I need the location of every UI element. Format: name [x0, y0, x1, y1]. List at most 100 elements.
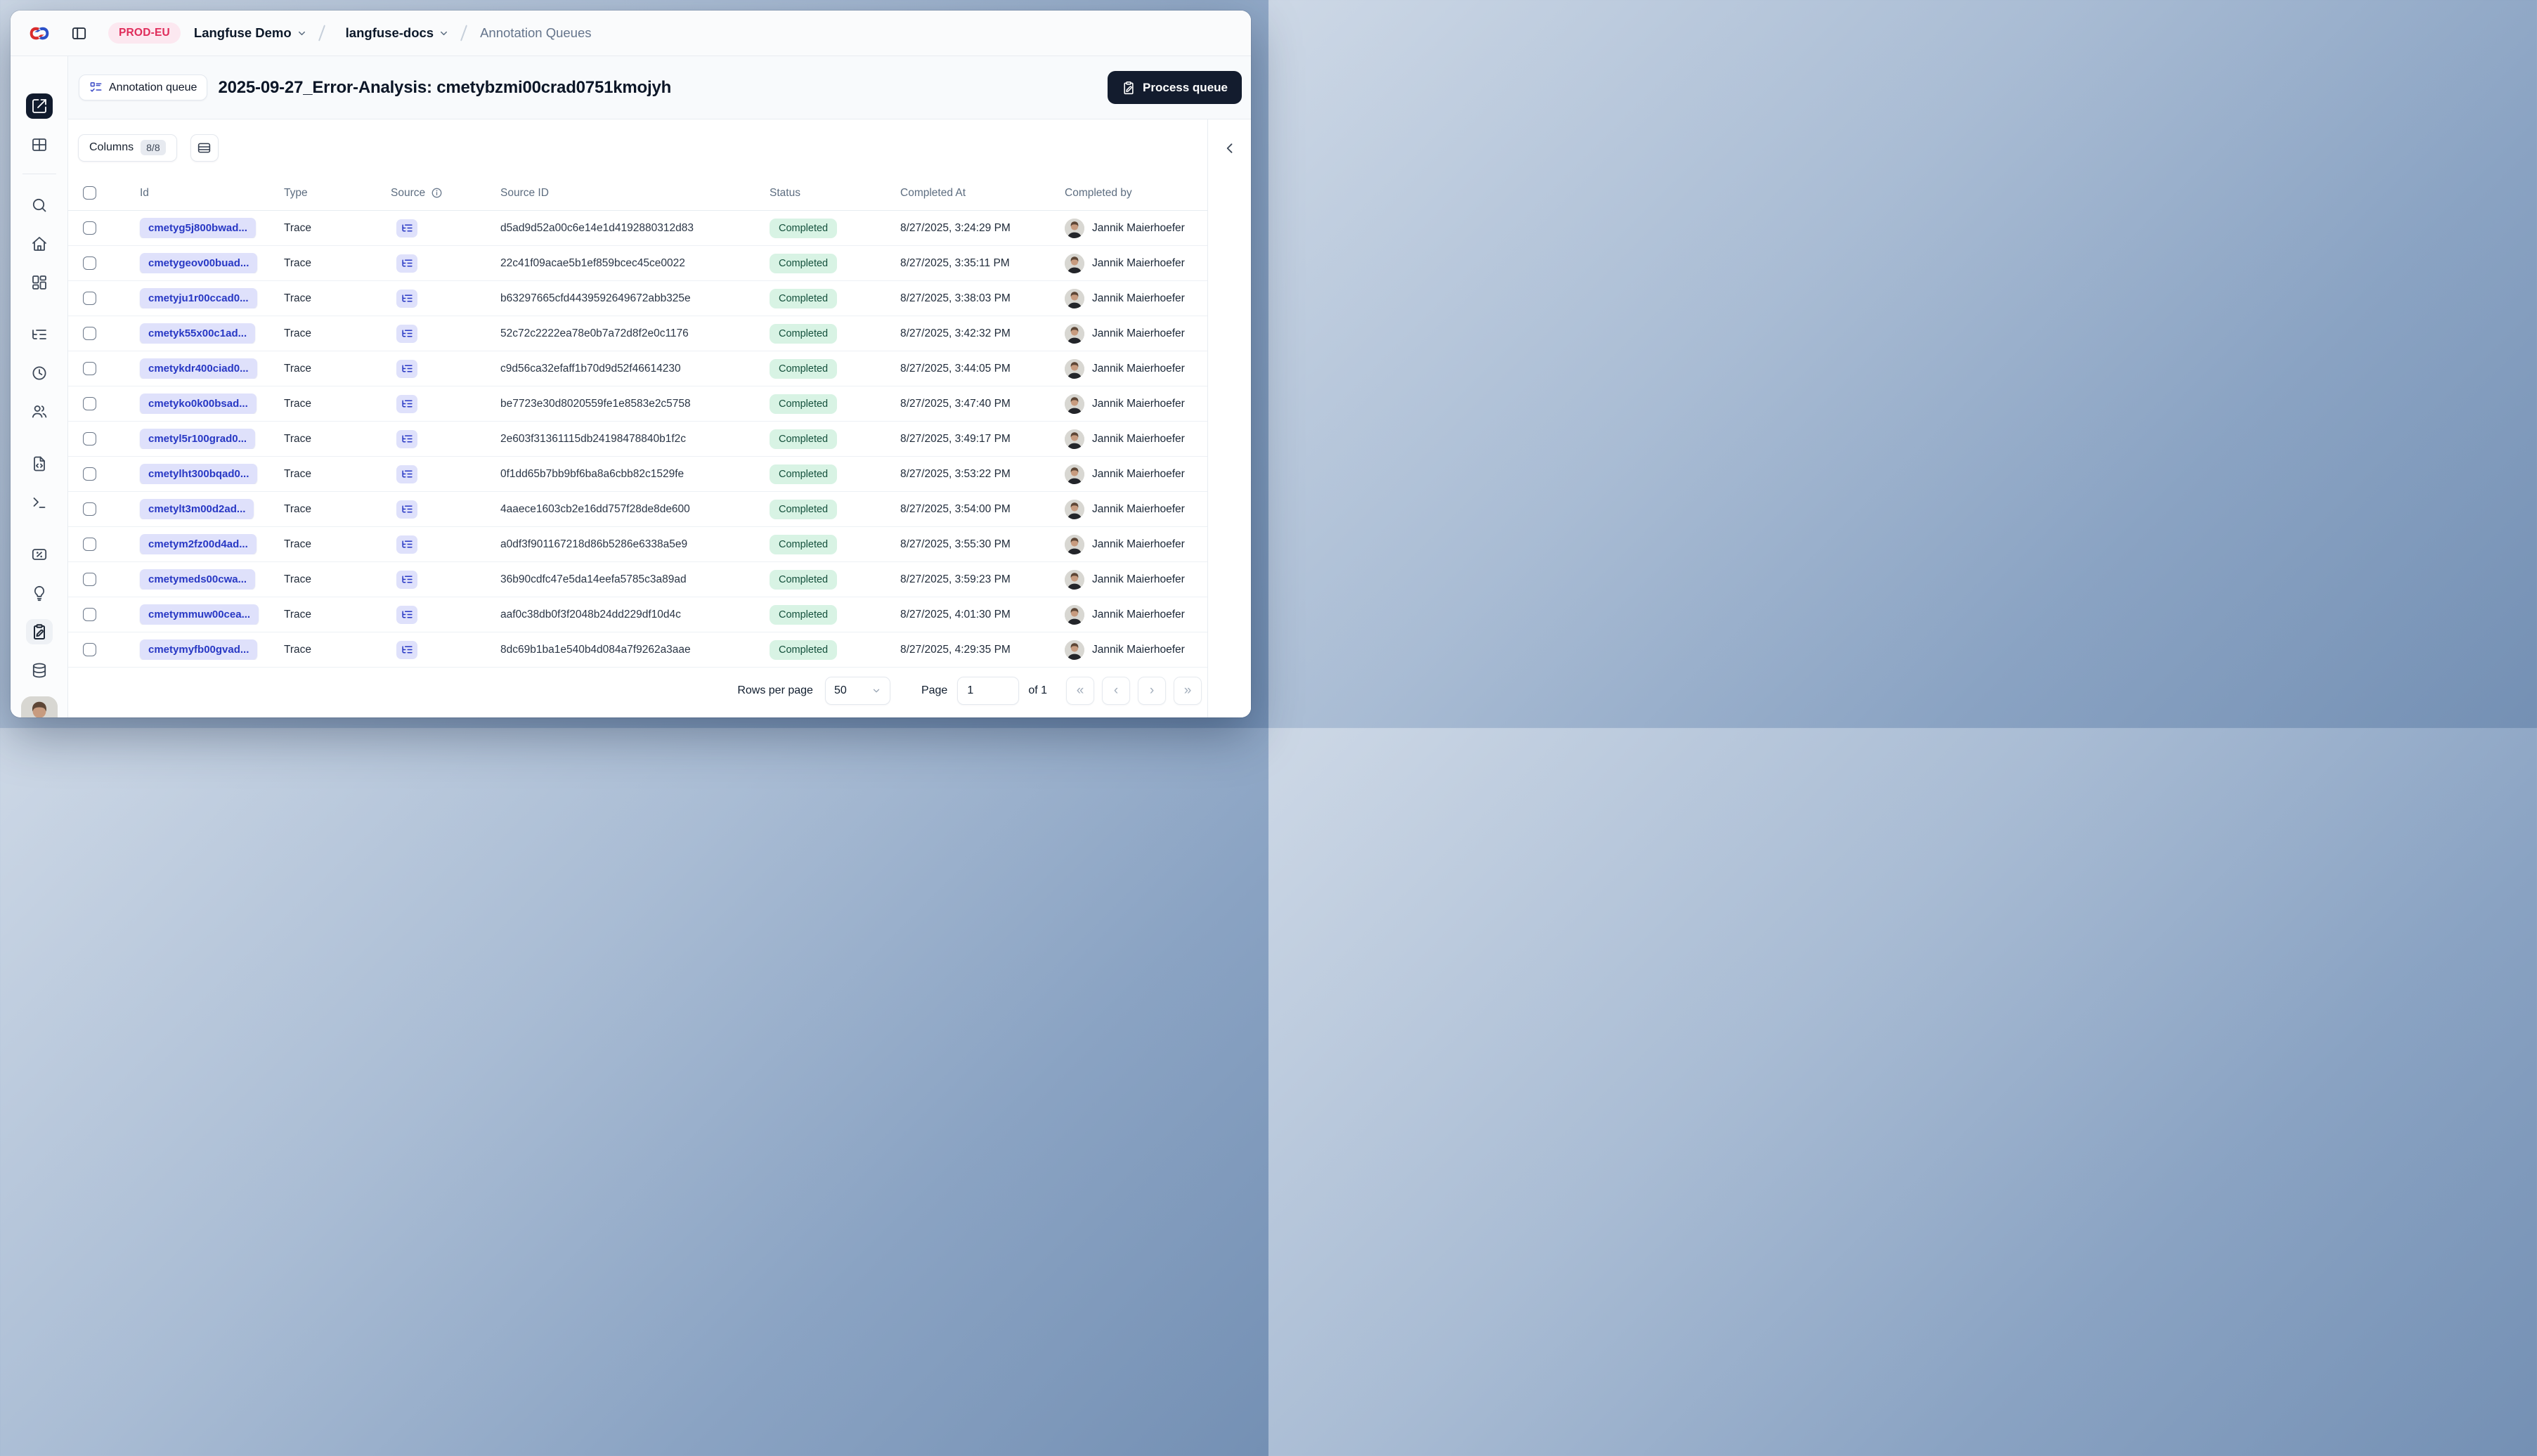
- sidebar-toggle-button[interactable]: [68, 22, 90, 44]
- project-switcher[interactable]: langfuse-docs: [346, 25, 449, 41]
- row-height-button[interactable]: [190, 134, 219, 162]
- table-row[interactable]: cmetyko0k00bsad... Trace be7723e30d80205…: [68, 386, 1207, 422]
- row-checkbox[interactable]: [83, 573, 96, 586]
- type-cell: Trace: [284, 538, 312, 550]
- rows-per-page-value: 50: [833, 684, 847, 696]
- row-checkbox[interactable]: [83, 221, 96, 235]
- row-checkbox[interactable]: [83, 292, 96, 305]
- source-trace-button[interactable]: [396, 570, 417, 589]
- row-checkbox[interactable]: [83, 327, 96, 340]
- row-checkbox[interactable]: [83, 467, 96, 481]
- source-trace-button[interactable]: [396, 289, 417, 308]
- clipboard-pen-icon: [1124, 81, 1134, 94]
- source-id-cell: 8dc69b1ba1e540b4d084a7f9262a3aae: [500, 643, 691, 656]
- source-trace-button[interactable]: [396, 219, 417, 238]
- sidebar-item-home[interactable]: [26, 231, 53, 256]
- sidebar-item-insights[interactable]: [26, 580, 53, 606]
- sidebar-item-open-external[interactable]: [25, 93, 53, 119]
- item-id-badge[interactable]: cmetylt3m00d2ad...: [140, 499, 254, 519]
- row-checkbox[interactable]: [83, 256, 96, 270]
- sidebar-item-datasets[interactable]: [26, 658, 53, 683]
- source-id-cell: aaf0c38db0f3f2048b24dd229df10d4c: [500, 608, 681, 620]
- item-id-badge[interactable]: cmetyko0k00bsad...: [140, 394, 257, 414]
- side-panel-strip: [1207, 119, 1251, 717]
- rows-per-page-select[interactable]: 50: [824, 676, 890, 705]
- item-id-badge[interactable]: cmetyg5j800bwad...: [140, 218, 256, 238]
- table-row[interactable]: cmetymeds00cwa... Trace 36b90cdfc47e5da1…: [68, 562, 1207, 597]
- item-id-badge[interactable]: cmetylht300bqad0...: [140, 464, 258, 484]
- info-icon[interactable]: [431, 187, 443, 199]
- list-tree-icon: [401, 330, 413, 337]
- column-header-source: Source: [384, 187, 486, 200]
- row-checkbox[interactable]: [83, 397, 96, 410]
- source-trace-button[interactable]: [396, 394, 417, 413]
- item-id-badge[interactable]: cmetym2fz00d4ad...: [140, 534, 257, 554]
- item-id-badge[interactable]: cmetyl5r100grad0...: [140, 429, 256, 449]
- source-trace-button[interactable]: [396, 605, 417, 624]
- row-checkbox[interactable]: [83, 432, 96, 446]
- source-trace-button[interactable]: [396, 640, 417, 659]
- item-id-badge[interactable]: cmetygeov00buad...: [140, 253, 258, 273]
- status-badge: Completed: [770, 639, 838, 660]
- sidebar-item-tables[interactable]: [26, 132, 53, 157]
- sidebar-item-dashboards[interactable]: [26, 270, 53, 295]
- item-id-badge[interactable]: cmetyju1r00ccad0...: [140, 288, 257, 308]
- last-page-button[interactable]: »: [1174, 676, 1202, 705]
- source-trace-button[interactable]: [396, 254, 417, 273]
- source-trace-button[interactable]: [396, 464, 417, 483]
- source-trace-button[interactable]: [396, 429, 417, 448]
- table-row[interactable]: cmetymmuw00cea... Trace aaf0c38db0f3f204…: [68, 597, 1207, 632]
- collapse-panel-button[interactable]: [1218, 136, 1242, 160]
- table-row[interactable]: cmetylt3m00d2ad... Trace 4aaece1603cb2e1…: [68, 492, 1207, 527]
- sidebar-item-users[interactable]: [26, 399, 53, 424]
- item-id-badge[interactable]: cmetykdr400ciad0...: [140, 358, 257, 379]
- table-row[interactable]: cmetyg5j800bwad... Trace d5ad9d52a00c6e1…: [68, 211, 1207, 246]
- previous-page-button[interactable]: ‹: [1102, 676, 1130, 705]
- sidebar-item-evaluation[interactable]: [26, 542, 53, 567]
- source-trace-button[interactable]: [396, 500, 417, 519]
- sidebar-item-prompts[interactable]: [26, 451, 53, 476]
- row-checkbox[interactable]: [83, 643, 96, 656]
- sidebar-item-search[interactable]: [26, 193, 53, 218]
- select-all-checkbox[interactable]: [83, 186, 96, 200]
- completed-at-cell: 8/27/2025, 3:47:40 PM: [900, 397, 1011, 410]
- users-icon: [32, 405, 46, 418]
- next-page-button[interactable]: ›: [1138, 676, 1166, 705]
- table-row[interactable]: cmetygeov00buad... Trace 22c41f09acae5b1…: [68, 246, 1207, 281]
- table-row[interactable]: cmetyk55x00c1ad... Trace 52c72c2222ea78e…: [68, 316, 1207, 351]
- table-row[interactable]: cmetylht300bqad0... Trace 0f1dd65b7bb9bf…: [68, 457, 1207, 492]
- page-number-input[interactable]: [957, 676, 1020, 705]
- table-row[interactable]: cmetykdr400ciad0... Trace c9d56ca32efaff…: [68, 351, 1207, 386]
- org-switcher[interactable]: Langfuse Demo: [194, 25, 307, 41]
- table-row[interactable]: cmetymyfb00gvad... Trace 8dc69b1ba1e540b…: [68, 632, 1207, 668]
- sidebar-item-sessions[interactable]: [26, 360, 53, 386]
- table-row[interactable]: cmetym2fz00d4ad... Trace a0df3f901167218…: [68, 527, 1207, 562]
- sidebar-item-annotation-queues[interactable]: [25, 619, 53, 644]
- status-badge: Completed: [770, 323, 838, 344]
- row-checkbox[interactable]: [83, 608, 96, 621]
- row-checkbox[interactable]: [83, 362, 96, 375]
- table-row[interactable]: cmetyl5r100grad0... Trace 2e603f31361115…: [68, 422, 1207, 457]
- source-trace-button[interactable]: [396, 535, 417, 554]
- source-trace-button[interactable]: [396, 324, 417, 343]
- completed-by-name: Jannik Maierhoefer: [1092, 538, 1185, 550]
- sidebar-item-tracing[interactable]: [26, 322, 53, 347]
- avatar: [1065, 429, 1084, 449]
- sidebar-item-playground[interactable]: [26, 490, 53, 515]
- source-id-cell: 4aaece1603cb2e16dd757f28de8de600: [500, 502, 690, 515]
- item-id-badge[interactable]: cmetyk55x00c1ad...: [140, 323, 256, 344]
- source-trace-button[interactable]: [396, 359, 417, 378]
- first-page-button[interactable]: «: [1066, 676, 1094, 705]
- row-checkbox[interactable]: [83, 502, 96, 516]
- item-id-badge[interactable]: cmetymmuw00cea...: [140, 604, 259, 625]
- process-queue-button[interactable]: Process queue: [1108, 71, 1242, 104]
- user-avatar-button[interactable]: [20, 696, 58, 717]
- row-checkbox[interactable]: [83, 538, 96, 551]
- source-id-cell: a0df3f901167218d86b5286e6338a5e9: [500, 538, 688, 550]
- source-id-cell: d5ad9d52a00c6e14e1d4192880312d83: [500, 221, 694, 234]
- table-row[interactable]: cmetyju1r00ccad0... Trace b63297665cfd44…: [68, 281, 1207, 316]
- item-id-badge[interactable]: cmetymyfb00gvad...: [140, 639, 258, 660]
- item-id-badge[interactable]: cmetymeds00cwa...: [140, 569, 256, 590]
- columns-button[interactable]: Columns 8/8: [78, 134, 177, 162]
- source-id-cell: 36b90cdfc47e5da14eefa5785c3a89ad: [500, 573, 687, 585]
